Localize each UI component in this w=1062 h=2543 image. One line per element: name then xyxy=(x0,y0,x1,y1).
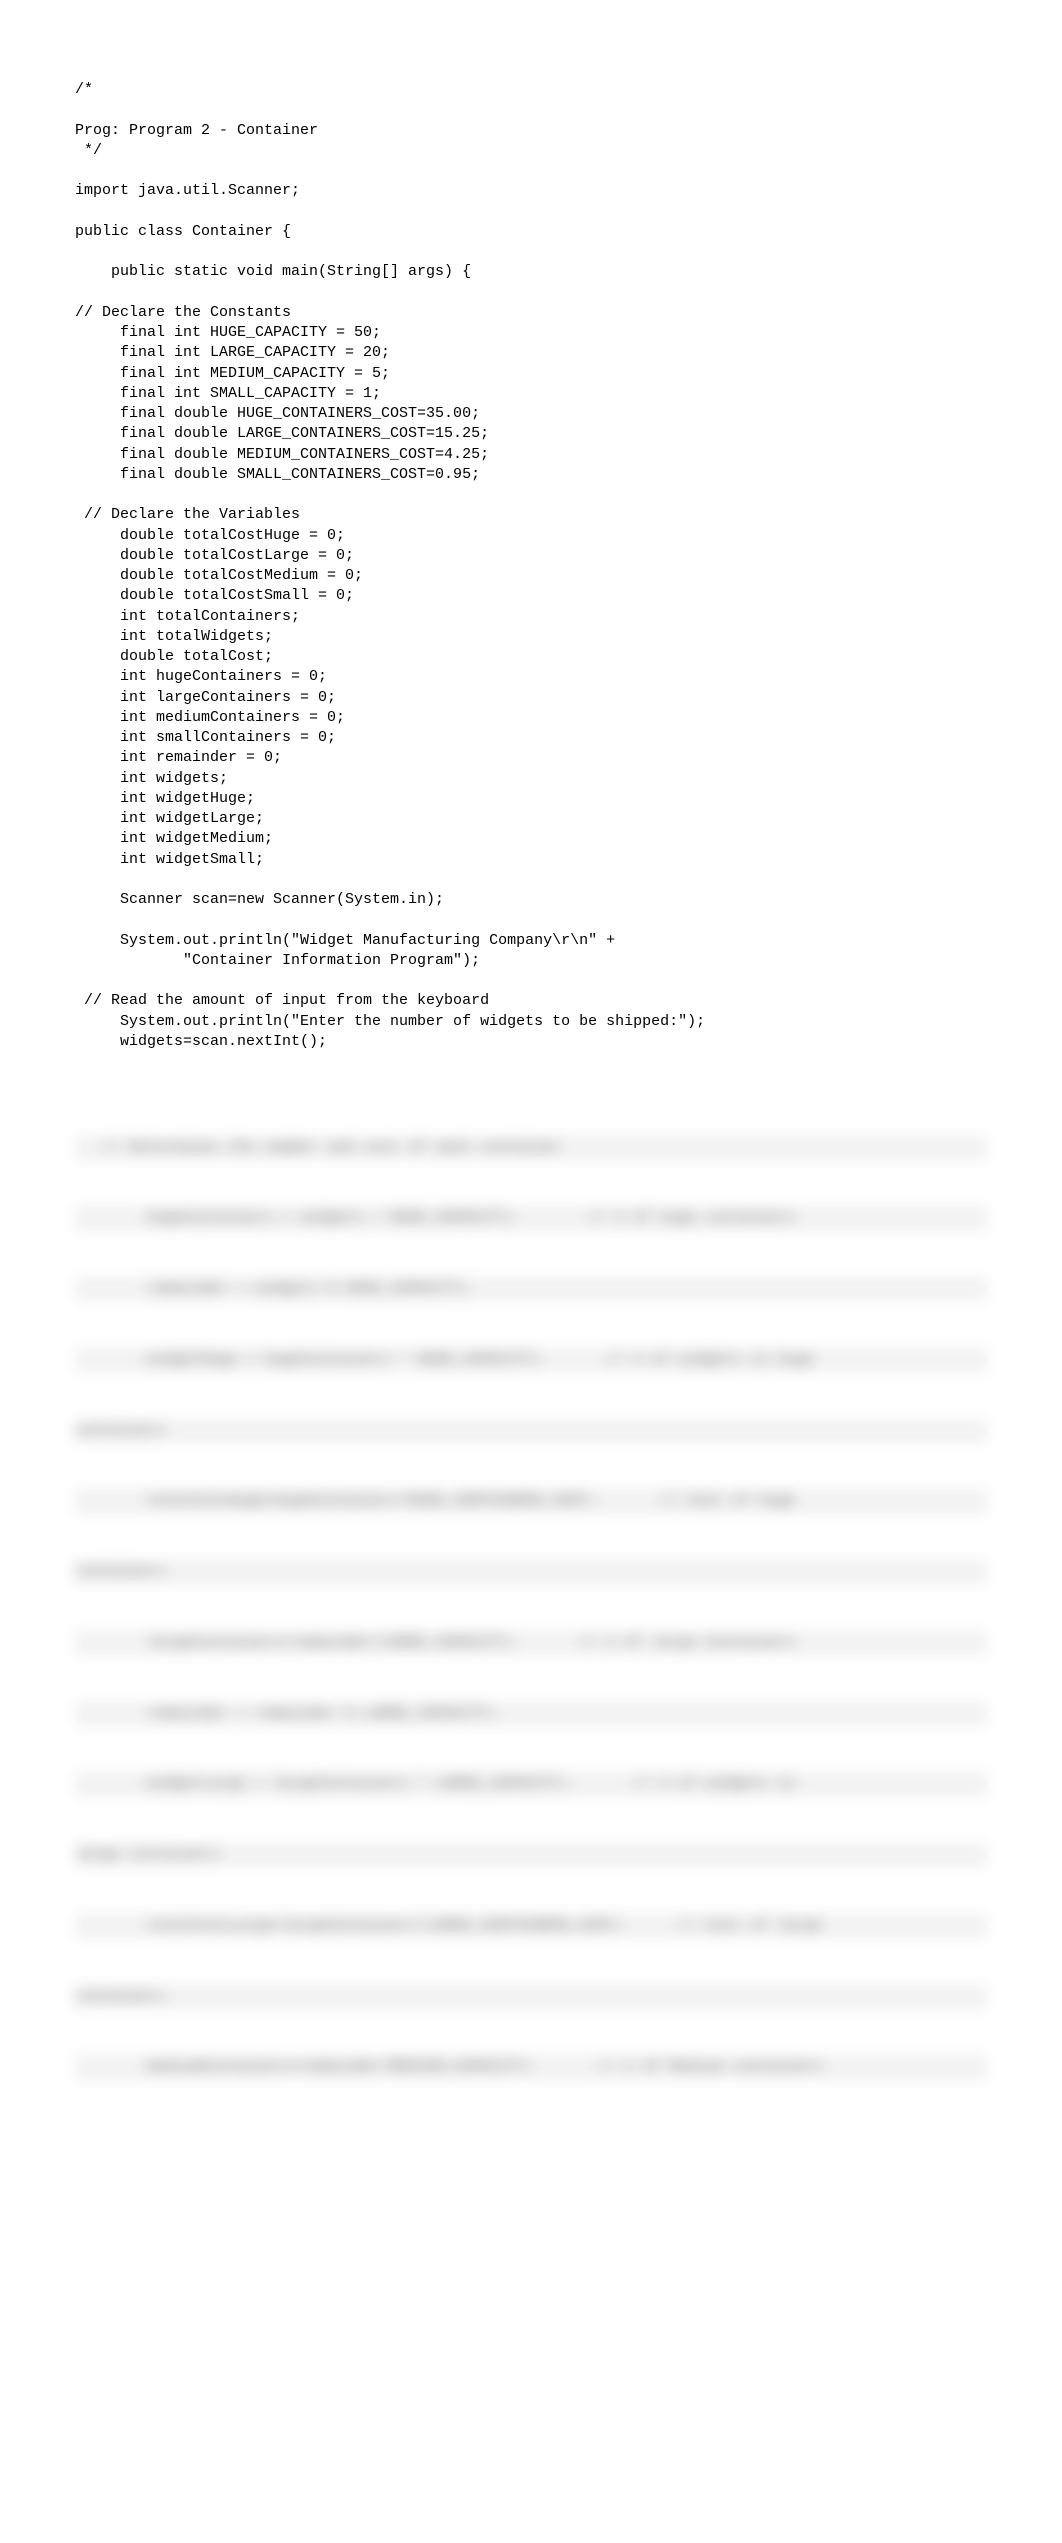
blurred-line: totalCostLarge=largeContainers*LARGE_CON… xyxy=(75,1914,987,1938)
blurred-line: remainder = widgets % HUGE_CAPACITY; xyxy=(75,1277,987,1301)
blurred-line: containers xyxy=(75,1419,987,1443)
blurred-line: totalCostHuge=hugeContainers*HUGE_CONTAI… xyxy=(75,1489,987,1513)
blurred-line: containers xyxy=(75,1985,987,2009)
blurred-line: widgetLarge = largeContainers * LARGE_CA… xyxy=(75,1772,987,1796)
blurred-code-content: // Determines the number and cost of eac… xyxy=(75,1092,987,2103)
blurred-line: large containers xyxy=(75,1843,987,1867)
blurred-line: hugeContainers = widgets / HUGE_CAPACITY… xyxy=(75,1206,987,1230)
bottom-spacer xyxy=(75,2103,987,2503)
blurred-line: mediumContainers=remainder/MEDIUM_CAPACI… xyxy=(75,2055,987,2079)
code-text: /* Prog: Program 2 - Container */ import… xyxy=(75,81,705,1050)
blurred-line: widgetHuge = hugeContainers * HUGE_CAPAC… xyxy=(75,1348,987,1372)
blurred-line: largeContainers=remainder/LARGE_CAPACITY… xyxy=(75,1631,987,1655)
blurred-line: containers xyxy=(75,1560,987,1584)
blurred-line: remainder = remainder % LARGE_CAPACITY; xyxy=(75,1702,987,1726)
code-content: /* Prog: Program 2 - Container */ import… xyxy=(75,80,987,1052)
blurred-line: // Determines the number and cost of eac… xyxy=(75,1136,987,1160)
